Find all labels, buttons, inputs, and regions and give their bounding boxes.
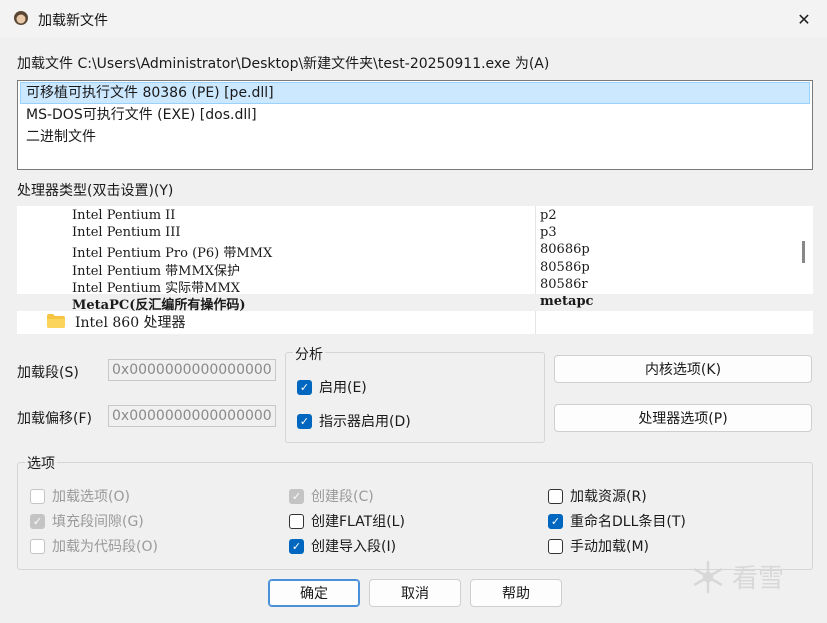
processor-row[interactable]: Intel Pentium Pro (P6) 带MMX 80686p [17,242,813,261]
scrollbar-thumb[interactable] [802,241,805,263]
load-options-checkbox[interactable]: 加载选项(O) [30,486,130,506]
cancel-button[interactable]: 取消 [369,579,461,607]
checkmark-icon: ✓ [30,513,45,529]
checkbox-box [30,488,45,504]
processor-name: Intel Pentium Pro (P6) 带MMX [72,246,273,261]
help-button[interactable]: 帮助 [470,579,562,607]
processor-row[interactable]: Intel Pentium 带MMX保护 80586p [17,260,813,279]
close-icon: ✕ [797,9,811,29]
load-offset-label: 加载偏移(F) [17,411,92,427]
processor-folder-row[interactable]: Intel 860 处理器 [17,311,537,331]
checkbox-box [289,513,304,529]
rename-dll-checkbox[interactable]: ✓ 重命名DLL条目(T) [548,511,686,531]
close-button[interactable]: ✕ [781,0,827,38]
checkmark-icon: ✓ [289,538,304,554]
processor-row[interactable]: Intel Pentium 实际带MMX 80586r [17,277,813,296]
snowflake-icon [693,560,723,593]
processor-code: p3 [540,225,557,240]
processor-row[interactable]: Intel Pentium II p2 [17,208,813,225]
checkmark-icon: ✓ [297,379,312,395]
load-as-code-label: 加载为代码段(O) [52,539,158,555]
processor-type-list[interactable]: Intel Pentium II p2 Intel Pentium III p3… [17,206,813,334]
processor-options-button[interactable]: 处理器选项(P) [554,404,812,432]
file-type-item-binary[interactable]: 二进制文件 [20,126,810,148]
file-type-item-pe[interactable]: 可移植可执行文件 80386 (PE) [pe.dll] [20,82,810,104]
processor-row[interactable]: Intel Pentium III p3 [17,225,813,242]
file-type-list[interactable]: 可移植可执行文件 80386 (PE) [pe.dll] MS-DOS可执行文件… [17,80,813,170]
kernel-options-button[interactable]: 内核选项(K) [554,355,812,383]
watermark: 看雪 [690,558,784,595]
window-title: 加载新文件 [38,13,108,29]
checkbox-box [548,538,563,554]
processor-row-selected[interactable]: MetaPC(反汇编所有操作码) metapc [17,294,813,313]
processor-name: Intel Pentium III [72,225,181,240]
file-type-item-dos[interactable]: MS-DOS可执行文件 (EXE) [dos.dll] [20,104,810,126]
create-flat-label: 创建FLAT组(L) [311,514,405,530]
checkbox-box [30,538,45,554]
checkmark-icon: ✓ [289,488,304,504]
processor-code: metapc [540,294,594,309]
indicator-enabled-label: 指示器启用(D) [319,414,411,430]
manual-load-checkbox[interactable]: 手动加载(M) [548,536,649,556]
load-file-label: 加载文件 C:\Users\Administrator\Desktop\新建文件… [17,56,550,72]
create-flat-checkbox[interactable]: 创建FLAT组(L) [289,511,405,531]
load-resources-checkbox[interactable]: 加载资源(R) [548,486,647,506]
processor-code: 80586r [540,277,588,292]
rename-dll-label: 重命名DLL条目(T) [570,514,686,530]
analysis-group-title: 分析 [293,344,325,364]
analysis-enabled-checkbox[interactable]: ✓ 启用(E) [297,377,367,397]
create-imports-label: 创建导入段(I) [311,539,397,555]
load-offset-input[interactable]: 0x0000000000000000 [108,405,276,427]
manual-load-label: 手动加载(M) [570,539,650,555]
create-imports-checkbox[interactable]: ✓ 创建导入段(I) [289,536,396,556]
load-resources-label: 加载资源(R) [570,489,647,505]
indicator-enabled-checkbox[interactable]: ✓ 指示器启用(D) [297,411,411,431]
processor-name: Intel Pentium II [72,208,176,223]
ok-button[interactable]: 确定 [268,579,360,607]
checkbox-box [548,488,563,504]
create-segments-label: 创建段(C) [311,489,374,505]
processor-type-label: 处理器类型(双击设置)(Y) [17,183,174,199]
load-options-label: 加载选项(O) [52,489,130,505]
create-segments-checkbox[interactable]: ✓ 创建段(C) [289,486,374,506]
processor-code: p2 [540,208,557,223]
processor-code: 80586p [540,260,590,275]
app-icon [14,11,28,25]
title-bar: 加载新文件 ✕ [0,0,827,38]
checkmark-icon: ✓ [548,513,563,529]
folder-icon [47,314,65,328]
checkmark-icon: ✓ [297,413,312,429]
load-as-code-checkbox[interactable]: 加载为代码段(O) [30,536,158,556]
options-group-title: 选项 [25,453,57,473]
load-segment-label: 加载段(S) [17,365,79,381]
analysis-enabled-label: 启用(E) [319,380,367,396]
processor-folder-label: Intel 860 处理器 [75,315,186,331]
fill-gaps-label: 填充段间隙(G) [52,514,144,530]
processor-code: 80686p [540,242,590,257]
fill-gaps-checkbox[interactable]: ✓ 填充段间隙(G) [30,511,144,531]
load-segment-input[interactable]: 0x0000000000000000 [108,359,276,381]
watermark-text: 看雪 [732,564,785,594]
